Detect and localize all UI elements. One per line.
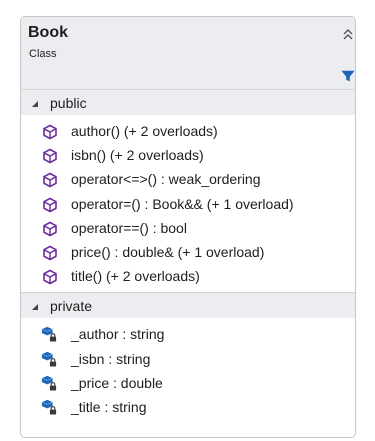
method-cube-icon bbox=[43, 173, 57, 188]
section-header-private[interactable]: private bbox=[21, 292, 355, 319]
member-field[interactable]: _title : string bbox=[21, 395, 355, 419]
section-label-private: private bbox=[50, 298, 93, 315]
member-method[interactable]: operator=() : Book&& (+ 1 overload) bbox=[21, 192, 355, 216]
section-header-public[interactable]: public bbox=[21, 89, 355, 115]
member-text: operator=() : Book&& (+ 1 overload) bbox=[71, 195, 294, 212]
method-cube-icon bbox=[43, 221, 57, 237]
member-method[interactable]: price() : double& (+ 1 overload) bbox=[21, 240, 355, 264]
class-header: Book Class bbox=[21, 17, 355, 89]
class-name: Book bbox=[28, 24, 68, 41]
member-text: _title : string bbox=[71, 398, 147, 415]
double-chevron-up-icon[interactable] bbox=[342, 28, 354, 42]
public-member-list: author() (+ 2 overloads) isbn() (+ 2 ove… bbox=[21, 115, 355, 292]
private-field-icon bbox=[41, 327, 57, 342]
member-method[interactable]: operator==() : bool bbox=[21, 216, 355, 240]
member-text: operator<=>() : weak_ordering bbox=[71, 171, 261, 188]
method-cube-icon bbox=[43, 269, 57, 285]
member-method[interactable]: operator<=>() : weak_ordering bbox=[21, 167, 355, 191]
section-label-public: public bbox=[50, 95, 87, 111]
private-field-icon bbox=[41, 399, 57, 415]
member-text: title() (+ 2 overloads) bbox=[71, 268, 200, 285]
member-text: isbn() (+ 2 overloads) bbox=[71, 147, 204, 164]
triangle-expanded-icon[interactable] bbox=[30, 99, 40, 109]
method-cube-icon bbox=[43, 124, 57, 140]
private-member-list: _author : string _isbn : string _price :… bbox=[21, 318, 355, 423]
private-field-icon bbox=[41, 351, 57, 367]
member-text: _author : string bbox=[71, 326, 165, 343]
member-method[interactable]: isbn() (+ 2 overloads) bbox=[21, 143, 355, 167]
member-field[interactable]: _author : string bbox=[21, 322, 355, 346]
private-field-icon bbox=[41, 375, 57, 391]
method-cube-icon bbox=[43, 148, 57, 164]
class-stereotype: Class bbox=[29, 48, 57, 60]
filter-funnel-icon[interactable] bbox=[341, 69, 355, 83]
member-method[interactable]: title() (+ 2 overloads) bbox=[21, 264, 355, 288]
member-text: _price : double bbox=[71, 374, 163, 391]
member-method[interactable]: author() (+ 2 overloads) bbox=[21, 119, 355, 143]
member-text: _isbn : string bbox=[71, 350, 151, 367]
member-text: operator==() : bool bbox=[71, 219, 187, 236]
class-shape-book[interactable]: Book Class public author() (+ 2 overload… bbox=[20, 16, 356, 438]
member-text: author() (+ 2 overloads) bbox=[71, 123, 218, 139]
member-field[interactable]: _isbn : string bbox=[21, 347, 355, 371]
triangle-expanded-icon[interactable] bbox=[30, 302, 40, 312]
member-field[interactable]: _price : double bbox=[21, 371, 355, 395]
method-cube-icon bbox=[43, 245, 57, 261]
method-cube-icon bbox=[43, 197, 57, 212]
member-text: price() : double& (+ 1 overload) bbox=[71, 243, 265, 260]
